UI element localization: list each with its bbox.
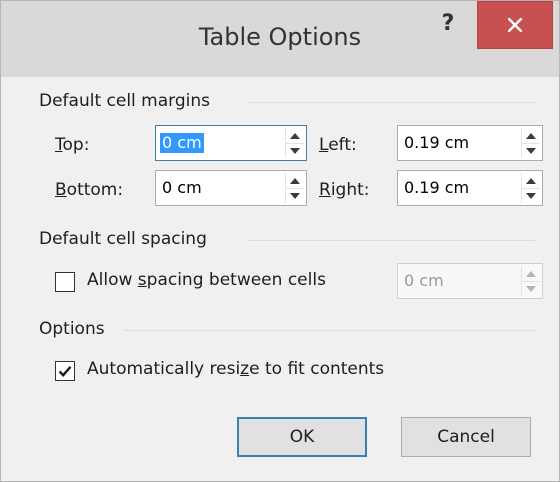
table-options-dialog: Table Options ? Default cell margins Top… bbox=[0, 0, 560, 482]
right-margin-decrement-button[interactable] bbox=[522, 188, 540, 203]
bottom-margin-arrows bbox=[285, 173, 304, 203]
spin-up-icon bbox=[526, 132, 536, 139]
bottom-label: Bottom: bbox=[55, 180, 124, 200]
help-button[interactable]: ? bbox=[425, 7, 471, 41]
spin-down-icon bbox=[526, 192, 536, 199]
spin-down-icon bbox=[526, 285, 536, 292]
top-margin-decrement-button[interactable] bbox=[286, 143, 304, 158]
title-bar[interactable]: Table Options ? bbox=[1, 1, 559, 77]
spacing-arrows bbox=[521, 266, 540, 296]
spin-up-icon bbox=[290, 177, 300, 184]
spin-up-icon bbox=[526, 177, 536, 184]
top-margin-spinner[interactable]: 0 cm bbox=[155, 125, 307, 161]
bottom-margin-spinner[interactable]: 0 cm bbox=[155, 170, 307, 206]
spacing-spinner: 0 cm bbox=[397, 263, 543, 299]
left-margin-input[interactable]: 0.19 cm bbox=[404, 133, 469, 153]
right-margin-increment-button[interactable] bbox=[522, 173, 540, 189]
spacing-input: 0 cm bbox=[404, 271, 444, 290]
allow-spacing-checkbox[interactable] bbox=[55, 272, 75, 292]
spin-down-icon bbox=[290, 192, 300, 199]
right-label: Right: bbox=[319, 180, 370, 200]
spacing-increment-button bbox=[522, 266, 540, 282]
right-margin-spinner[interactable]: 0.19 cm bbox=[397, 170, 543, 206]
spin-down-icon bbox=[290, 147, 300, 154]
close-button[interactable] bbox=[477, 1, 553, 49]
bottom-margin-increment-button[interactable] bbox=[286, 173, 304, 189]
checkmark-icon bbox=[58, 366, 72, 377]
right-margin-arrows bbox=[521, 173, 540, 203]
spacing-group-heading: Default cell spacing bbox=[39, 229, 207, 249]
top-margin-arrows bbox=[285, 128, 304, 158]
left-margin-increment-button[interactable] bbox=[522, 128, 540, 144]
options-group-heading: Options bbox=[39, 319, 105, 339]
spacing-group-divider bbox=[247, 240, 535, 241]
spin-down-icon bbox=[526, 147, 536, 154]
bottom-margin-input[interactable]: 0 cm bbox=[162, 178, 202, 198]
top-margin-input[interactable]: 0 cm bbox=[160, 133, 204, 153]
autoresize-label[interactable]: Automatically resize to fit contents bbox=[87, 359, 384, 379]
left-margin-spinner[interactable]: 0.19 cm bbox=[397, 125, 543, 161]
cancel-button[interactable]: Cancel bbox=[401, 417, 531, 457]
spin-up-icon bbox=[290, 132, 300, 139]
spin-up-icon bbox=[526, 270, 536, 277]
spacing-decrement-button bbox=[522, 281, 540, 296]
autoresize-checkbox[interactable] bbox=[55, 361, 75, 381]
left-margin-arrows bbox=[521, 128, 540, 158]
allow-spacing-label[interactable]: Allow spacing between cells bbox=[87, 270, 326, 290]
left-margin-decrement-button[interactable] bbox=[522, 143, 540, 158]
options-group-divider bbox=[123, 330, 535, 331]
dialog-title: Table Options bbox=[198, 23, 362, 51]
dialog-content: Default cell margins Top: 0 cm Left: 0.1… bbox=[13, 77, 547, 469]
ok-button[interactable]: OK bbox=[237, 417, 367, 457]
right-margin-input[interactable]: 0.19 cm bbox=[404, 178, 469, 198]
top-label: Top: bbox=[55, 135, 90, 155]
margins-group-heading: Default cell margins bbox=[39, 91, 210, 111]
margins-group-divider bbox=[247, 102, 535, 103]
left-label: Left: bbox=[319, 135, 357, 155]
close-icon bbox=[508, 18, 522, 32]
top-margin-increment-button[interactable] bbox=[286, 128, 304, 144]
bottom-margin-decrement-button[interactable] bbox=[286, 188, 304, 203]
